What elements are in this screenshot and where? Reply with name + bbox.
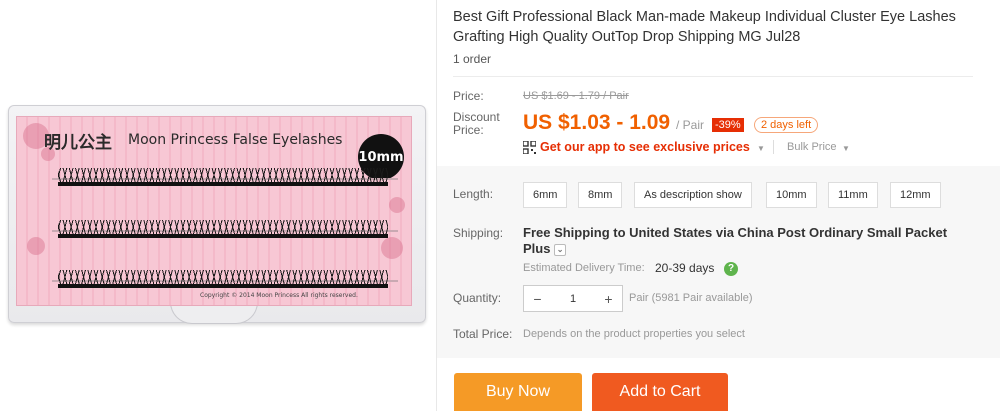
lash-row (58, 220, 388, 238)
bulk-price-dropdown[interactable]: Bulk Price (787, 141, 837, 153)
increase-quantity-button[interactable]: + (595, 286, 622, 311)
total-price-note: Depends on the product properties you se… (523, 328, 745, 340)
discount-price-label-line2: Price: (453, 123, 484, 137)
decrease-quantity-button[interactable]: − (524, 286, 551, 311)
app-exclusive-prices-link[interactable]: Get our app to see exclusive prices (540, 140, 750, 154)
shipping-line2: Plus (523, 241, 551, 256)
add-to-cart-button[interactable]: Add to Cart (592, 373, 728, 411)
product-title: Best Gift Professional Black Man-made Ma… (453, 9, 956, 45)
total-price-label: Total Price: (453, 327, 513, 341)
shipping-label: Shipping: (453, 226, 504, 240)
days-left-badge: 2 days left (754, 117, 819, 133)
quantity-input[interactable]: 1 (551, 293, 595, 305)
length-option[interactable]: 8mm (578, 182, 623, 208)
order-count: 1 order (453, 52, 492, 66)
chevron-down-icon[interactable]: ▼ (842, 144, 850, 153)
shipping-line1: Free Shipping to United States via China… (523, 225, 948, 240)
help-icon[interactable]: ? (724, 262, 738, 276)
lash-row (58, 270, 388, 288)
qr-code-icon (523, 141, 536, 154)
estimated-delivery-label: Estimated Delivery Time: (523, 262, 645, 274)
lash-row (58, 168, 388, 186)
divider (453, 76, 973, 77)
length-option[interactable]: As description show (634, 182, 752, 208)
brand-name-cn: 明儿公主 (44, 133, 112, 153)
chevron-down-icon[interactable]: ⌄ (554, 243, 567, 256)
shipping-method[interactable]: Free Shipping to United States via China… (523, 225, 993, 257)
length-option[interactable]: 11mm (828, 182, 878, 208)
discount-badge: -39% (712, 118, 744, 132)
price-unit: / Pair (676, 118, 705, 132)
quantity-label: Quantity: (453, 291, 502, 305)
length-option[interactable]: 12mm (890, 182, 941, 208)
estimated-delivery-value: 20-39 days (655, 261, 715, 275)
buy-now-button[interactable]: Buy Now (454, 373, 582, 411)
quantity-stepper: − 1 + (523, 285, 623, 312)
length-label: Length: (453, 187, 494, 201)
separator (773, 140, 774, 154)
chevron-down-icon[interactable]: ▼ (757, 144, 765, 153)
quantity-availability: Pair (5981 Pair available) (629, 292, 753, 304)
product-image[interactable]: 明儿公主 Moon Princess False Eyelashes 10mm … (0, 0, 436, 411)
copyright-text: Copyright © 2014 Moon Princess All right… (200, 292, 358, 299)
brand-name-en: Moon Princess False Eyelashes (128, 132, 343, 148)
original-price: US $1.69 - 1.79 / Pair (523, 90, 629, 102)
length-option[interactable]: 6mm (523, 182, 568, 208)
sale-price: US $1.03 - 1.09 (523, 111, 671, 134)
length-option[interactable]: 10mm (766, 182, 817, 208)
price-label: Price: (453, 89, 484, 103)
